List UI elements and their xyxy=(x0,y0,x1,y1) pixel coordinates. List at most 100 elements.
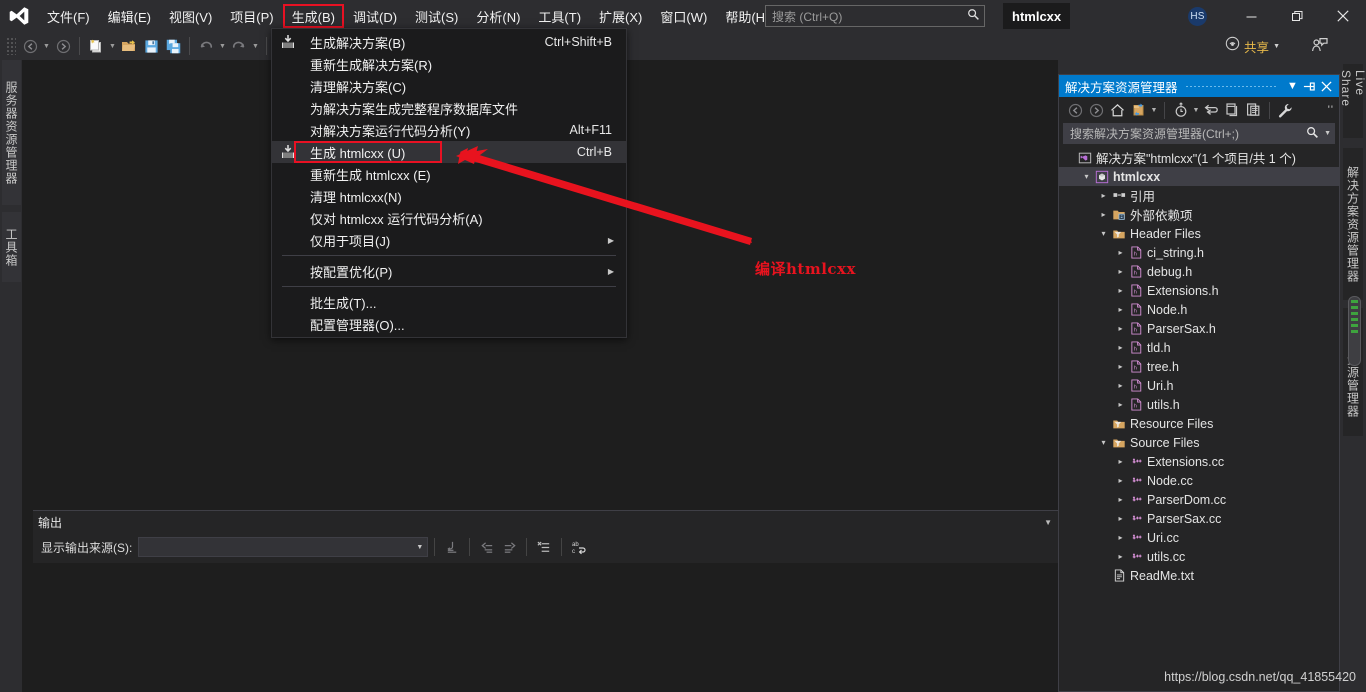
avatar[interactable]: HS xyxy=(1188,7,1207,26)
clear-all-icon[interactable] xyxy=(533,537,555,557)
expand-arrow-icon[interactable]: ▸ xyxy=(1114,343,1127,352)
save-icon[interactable] xyxy=(140,35,162,57)
show-all-files-icon[interactable] xyxy=(1222,100,1243,121)
menuitem-batch-build[interactable]: 批生成(T)... xyxy=(272,291,626,313)
expand-arrow-icon[interactable]: ▸ xyxy=(1097,210,1110,219)
solution-explorer-search[interactable]: 搜索解决方案资源管理器(Ctrl+;) ▼ xyxy=(1063,123,1335,144)
vertical-scrollbar-thumb[interactable] xyxy=(1348,296,1361,366)
tab-live-share[interactable]: Live Share xyxy=(1339,64,1366,138)
menuitem-run-code-analysis-solution[interactable]: 对解决方案运行代码分析(Y) Alt+F11 xyxy=(272,119,626,141)
redo-dropdown-icon[interactable]: ▼ xyxy=(250,35,261,57)
overflow-chevron-icon[interactable]: '' xyxy=(1328,104,1334,116)
menu-analyze[interactable]: 分析(N) xyxy=(467,4,529,28)
tree-file-extensions-cc[interactable]: ▸ Extensions.cc xyxy=(1059,452,1339,471)
chevron-down-icon[interactable]: ▼ xyxy=(1044,518,1058,527)
menuitem-clean-solution[interactable]: 清理解决方案(C) xyxy=(272,75,626,97)
tree-file-utils-h[interactable]: ▸ h utils.h xyxy=(1059,395,1339,414)
output-text-area[interactable] xyxy=(33,563,1058,692)
tree-file-node-cc[interactable]: ▸ Node.cc xyxy=(1059,471,1339,490)
output-panel-drag-dots[interactable] xyxy=(70,521,1037,523)
send-feedback-icon[interactable] xyxy=(1311,37,1328,59)
menu-window[interactable]: 窗口(W) xyxy=(651,4,716,28)
expand-arrow-icon[interactable]: ▸ xyxy=(1097,191,1110,200)
new-project-dropdown-icon[interactable]: ▼ xyxy=(107,35,118,57)
menu-tools[interactable]: 工具(T) xyxy=(529,4,590,28)
tree-file-utils-cc[interactable]: ▸ utils.cc xyxy=(1059,547,1339,566)
preview-selected-items-icon[interactable] xyxy=(1243,100,1264,121)
expand-arrow-icon[interactable]: ▸ xyxy=(1114,495,1127,504)
previous-message-icon[interactable] xyxy=(476,537,498,557)
menuitem-clean-htmlcxx[interactable]: 清理 htmlcxx(N) xyxy=(272,185,626,207)
tree-solution-root[interactable]: 解决方案"htmlcxx"(1 个项目/共 1 个) xyxy=(1059,148,1339,167)
menu-debug[interactable]: 调试(D) xyxy=(344,4,406,28)
tree-file-tld-h[interactable]: ▸ h tld.h xyxy=(1059,338,1339,357)
chevron-down-icon[interactable]: ▼ xyxy=(1324,130,1331,137)
expand-arrow-icon[interactable]: ▸ xyxy=(1114,324,1127,333)
menu-edit[interactable]: 编辑(E) xyxy=(99,4,160,28)
menuitem-generate-full-pdb[interactable]: 为解决方案生成完整程序数据库文件 xyxy=(272,97,626,119)
tree-source-files[interactable]: ▾ Source Files xyxy=(1059,433,1339,452)
refresh-icon[interactable] xyxy=(1201,100,1222,121)
new-project-icon[interactable] xyxy=(85,35,107,57)
expand-arrow-icon[interactable]: ▸ xyxy=(1114,514,1127,523)
tree-header-files[interactable]: ▾ Header Files xyxy=(1059,224,1339,243)
menu-project[interactable]: 项目(P) xyxy=(221,4,282,28)
tab-toolbox[interactable]: 工具箱 xyxy=(2,212,21,282)
jump-to-message-icon[interactable] xyxy=(441,537,463,557)
quick-launch-search[interactable]: 搜索 (Ctrl+Q) xyxy=(765,5,985,27)
tree-references[interactable]: ▸ 引用 xyxy=(1059,186,1339,205)
redo-icon[interactable] xyxy=(228,35,250,57)
navigate-back-dropdown-icon[interactable]: ▼ xyxy=(41,35,52,57)
restore-icon[interactable] xyxy=(1274,0,1320,32)
expand-arrow-icon[interactable]: ▸ xyxy=(1114,381,1127,390)
expand-arrow-icon[interactable]: ▸ xyxy=(1114,400,1127,409)
close-icon[interactable] xyxy=(1318,77,1335,95)
back-icon[interactable] xyxy=(1065,100,1086,121)
menuitem-rebuild-htmlcxx[interactable]: 重新生成 htmlcxx (E) xyxy=(272,163,626,185)
tree-file-tree-h[interactable]: ▸ h tree.h xyxy=(1059,357,1339,376)
menu-build[interactable]: 生成(B) xyxy=(282,4,344,28)
chevron-down-icon[interactable]: ▼ xyxy=(1284,77,1301,95)
tree-file-uri-h[interactable]: ▸ h Uri.h xyxy=(1059,376,1339,395)
menu-file[interactable]: 文件(F) xyxy=(38,4,99,28)
expand-arrow-icon[interactable]: ▸ xyxy=(1114,362,1127,371)
undo-dropdown-icon[interactable]: ▼ xyxy=(217,35,228,57)
build-menu-dropdown[interactable]: 生成解决方案(B) Ctrl+Shift+B 重新生成解决方案(R) 清理解决方案(C… xyxy=(271,28,627,338)
tree-file-uri-cc[interactable]: ▸ Uri.cc xyxy=(1059,528,1339,547)
tab-solution-explorer[interactable]: 解决方案资源管理器 xyxy=(1343,148,1363,300)
menu-extensions[interactable]: 扩展(X) xyxy=(590,4,651,28)
panel-drag-dots[interactable] xyxy=(1184,85,1277,87)
collapse-arrow-icon[interactable]: ▾ xyxy=(1097,438,1110,447)
tree-file-parserdom-cc[interactable]: ▸ ParserDom.cc xyxy=(1059,490,1339,509)
collapse-arrow-icon[interactable]: ▾ xyxy=(1080,172,1093,181)
menuitem-run-code-analysis-htmlcxx[interactable]: 仅对 htmlcxx 运行代码分析(A) xyxy=(272,207,626,229)
forward-icon[interactable] xyxy=(1086,100,1107,121)
tree-file-readme-txt[interactable]: ReadMe.txt xyxy=(1059,566,1339,585)
menuitem-configuration-manager[interactable]: 配置管理器(O)... xyxy=(272,313,626,335)
tree-file-parsersax-cc[interactable]: ▸ ParserSax.cc xyxy=(1059,509,1339,528)
next-message-icon[interactable] xyxy=(498,537,520,557)
menuitem-profile-guided-optimization[interactable]: 按配置优化(P) ▶ xyxy=(272,260,626,282)
properties-icon[interactable] xyxy=(1275,100,1296,121)
collapse-all-icon[interactable] xyxy=(1170,100,1191,121)
tab-server-explorer[interactable]: 服务器资源管理器 xyxy=(2,60,21,205)
open-file-icon[interactable] xyxy=(118,35,140,57)
solution-tree[interactable]: 解决方案"htmlcxx"(1 个项目/共 1 个) ▾ htmlcxx ▸ 引用 ▸ 外部… xyxy=(1059,148,1339,585)
chevron-down-icon[interactable]: ▼ xyxy=(1149,100,1159,121)
toggle-word-wrap-icon[interactable]: ab c xyxy=(568,537,590,557)
home-icon[interactable] xyxy=(1107,100,1128,121)
chevron-down-icon-2[interactable]: ▼ xyxy=(1191,100,1201,121)
tree-project-htmlcxx[interactable]: ▾ htmlcxx xyxy=(1059,167,1339,186)
save-all-icon[interactable] xyxy=(162,35,184,57)
menuitem-build-htmlcxx[interactable]: 生成 htmlcxx (U) Ctrl+B xyxy=(272,141,626,163)
menu-view[interactable]: 视图(V) xyxy=(160,4,221,28)
tree-resource-files[interactable]: Resource Files xyxy=(1059,414,1339,433)
navigate-forward-icon[interactable] xyxy=(52,35,74,57)
sync-with-active-document-icon[interactable] xyxy=(1128,100,1149,121)
output-source-select[interactable]: ▼ xyxy=(138,537,429,557)
expand-arrow-icon[interactable]: ▸ xyxy=(1114,248,1127,257)
tree-file-debug-h[interactable]: ▸ h debug.h xyxy=(1059,262,1339,281)
menuitem-build-solution[interactable]: 生成解决方案(B) Ctrl+Shift+B xyxy=(272,31,626,53)
expand-arrow-icon[interactable]: ▸ xyxy=(1114,267,1127,276)
close-icon[interactable] xyxy=(1320,0,1366,32)
